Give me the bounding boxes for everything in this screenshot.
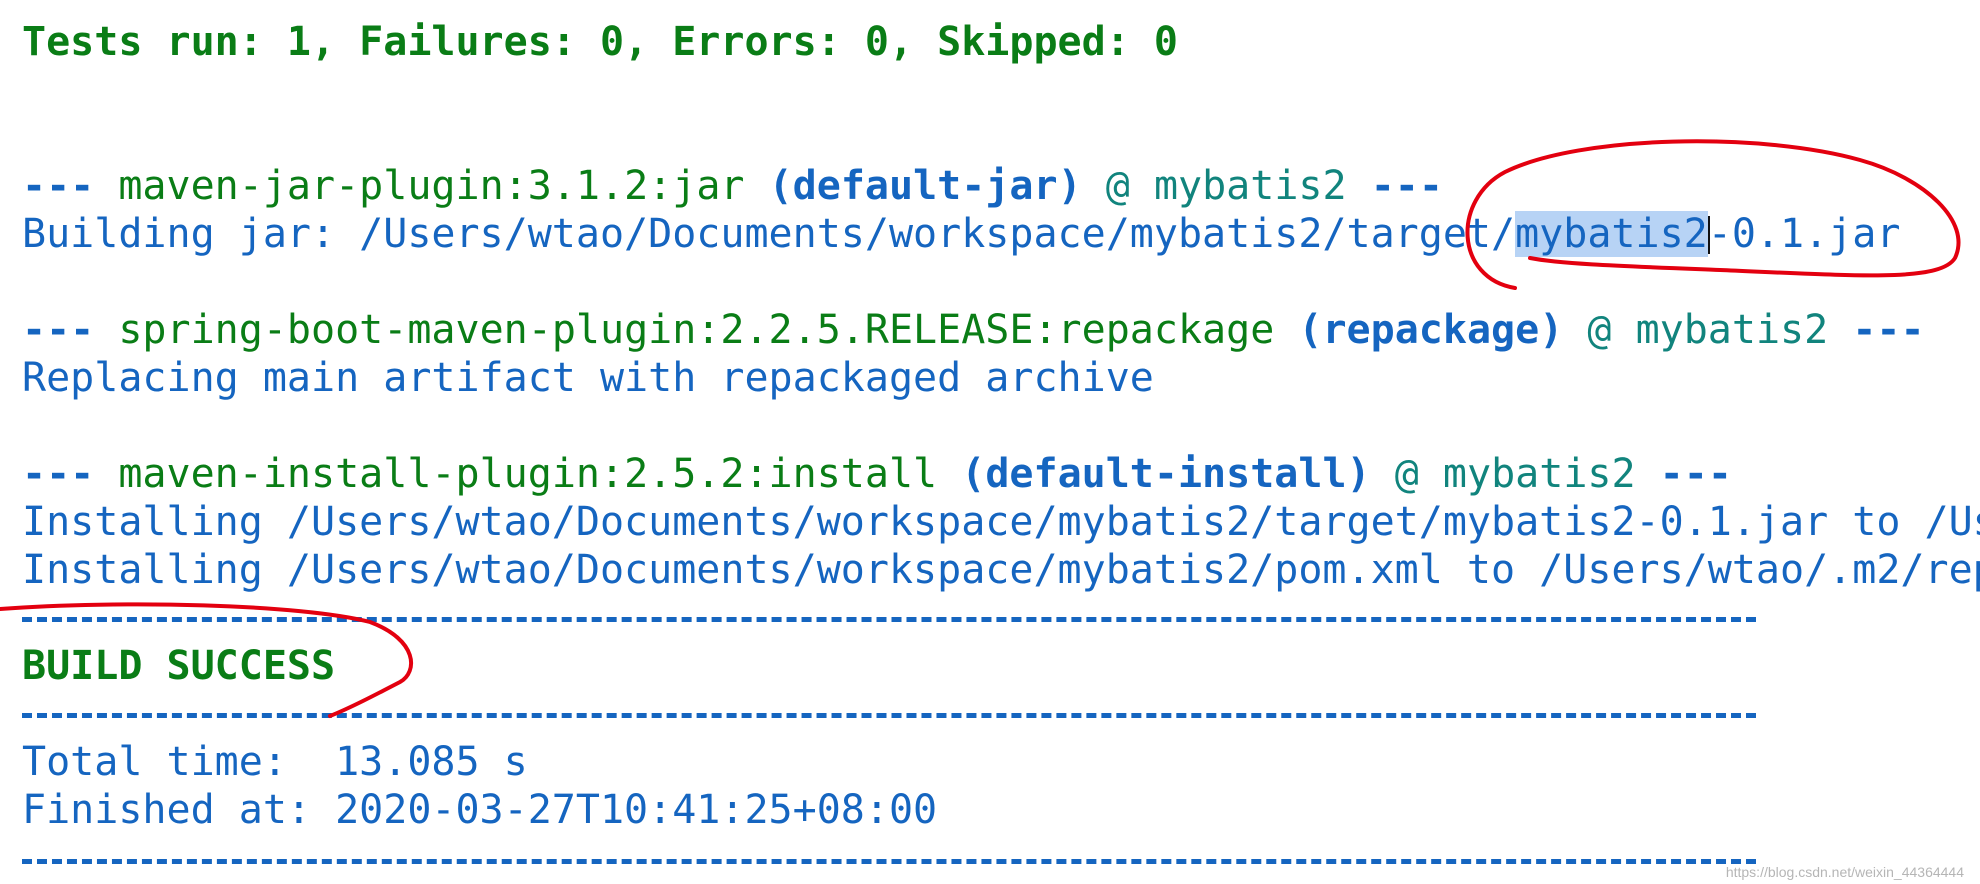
tests-summary: Tests run: 1, Failures: 0, Errors: 0, Sk… (22, 19, 1178, 65)
execution-id: (default-install) (961, 451, 1371, 497)
repackage-plugin-header: --- spring-boot-maven-plugin:2.2.5.RELEA… (22, 306, 1925, 354)
install-plugin-header: --- maven-install-plugin:2.5.2:install (… (22, 450, 1732, 498)
finished-at-line: Finished at: 2020-03-27T10:41:25+08:00 (22, 787, 938, 833)
execution-id: (default-jar) (768, 163, 1082, 209)
build-status: BUILD SUCCESS (22, 643, 336, 689)
building-jar-path: Building jar: /Users/wtao/Documents/work… (22, 211, 1516, 257)
at-sign: @ (1587, 307, 1612, 353)
replacing-artifact-line: Replacing main artifact with repackaged … (22, 355, 1154, 401)
building-jar-line[interactable]: Building jar: /Users/wtao/Documents/work… (22, 210, 1900, 258)
plugin-goal: spring-boot-maven-plugin:2.2.5.RELEASE:r… (118, 307, 1275, 353)
at-sign: @ (1105, 163, 1130, 209)
plugin-goal: maven-jar-plugin:3.1.2:jar (118, 163, 745, 209)
artifact-id: mybatis2 (1153, 163, 1347, 209)
jar-version-suffix: -0.1.jar (1707, 211, 1901, 257)
installing-pom-line: Installing /Users/wtao/Documents/workspa… (22, 547, 1980, 593)
separator-line (22, 617, 1756, 622)
separator-line (22, 859, 1756, 864)
watermark: https://blog.csdn.net/weixin_44364444 (1725, 864, 1964, 880)
plugin-goal: maven-install-plugin:2.5.2:install (118, 451, 938, 497)
dashes: --- (22, 163, 95, 209)
installing-jar-line: Installing /Users/wtao/Documents/workspa… (22, 499, 1980, 545)
artifact-id: mybatis2 (1442, 451, 1636, 497)
jar-plugin-header: --- maven-jar-plugin:3.1.2:jar (default-… (22, 162, 1443, 210)
dashes: --- (1370, 163, 1443, 209)
dashes: --- (1852, 307, 1925, 353)
total-time-line: Total time: 13.085 s (22, 739, 528, 785)
dashes: --- (1659, 451, 1732, 497)
separator-line (22, 713, 1756, 718)
selected-text[interactable]: mybatis2 (1515, 211, 1708, 257)
artifact-id: mybatis2 (1635, 307, 1829, 353)
execution-id: (repackage) (1298, 307, 1564, 353)
at-sign: @ (1394, 451, 1419, 497)
dashes: --- (22, 307, 95, 353)
dashes: --- (22, 451, 95, 497)
